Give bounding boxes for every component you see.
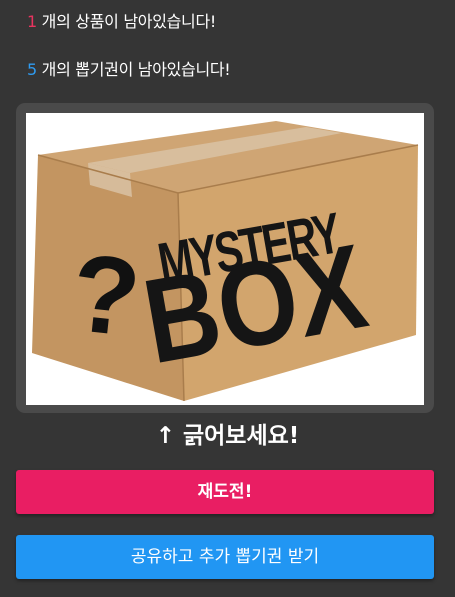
question-mark: ? — [66, 231, 146, 360]
mystery-box-illustration: ? MYSTERY BOX — [32, 121, 419, 402]
remaining-products-count: 1 — [27, 12, 37, 31]
remaining-tickets-status: 5 개의 뽑기권이 남아있습니다! — [27, 60, 231, 80]
remaining-tickets-count: 5 — [27, 60, 37, 79]
arrow-up-icon: ↑ — [155, 423, 175, 449]
remaining-products-status: 1 개의 상품이 남아있습니다! — [27, 12, 216, 32]
share-for-ticket-button[interactable]: 공유하고 추가 뽑기권 받기 — [16, 535, 434, 579]
remaining-tickets-text: 개의 뽑기권이 남아있습니다! — [36, 60, 231, 79]
mystery-box-image[interactable]: ? MYSTERY BOX — [26, 113, 424, 405]
remaining-products-text: 개의 상품이 남아있습니다! — [36, 12, 217, 31]
scratch-card[interactable]: ? MYSTERY BOX — [16, 103, 434, 413]
scratch-hint: ↑ 긁어보세요! — [0, 420, 455, 452]
scratch-hint-text: 긁어보세요! — [174, 423, 300, 449]
retry-button[interactable]: 재도전! — [16, 470, 434, 514]
